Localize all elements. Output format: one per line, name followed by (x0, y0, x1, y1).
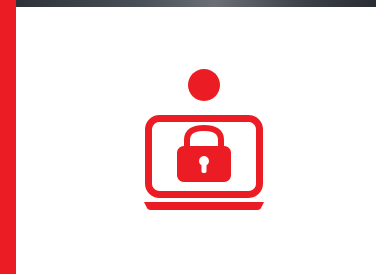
laptop-base-icon (144, 202, 264, 210)
laptop-lock-icon (144, 69, 264, 210)
left-accent-bar (0, 0, 16, 274)
top-photo-strip (16, 0, 376, 7)
user-head-icon (188, 69, 220, 101)
laptop-lock-illustration (140, 66, 268, 214)
padlock-icon (177, 124, 231, 182)
